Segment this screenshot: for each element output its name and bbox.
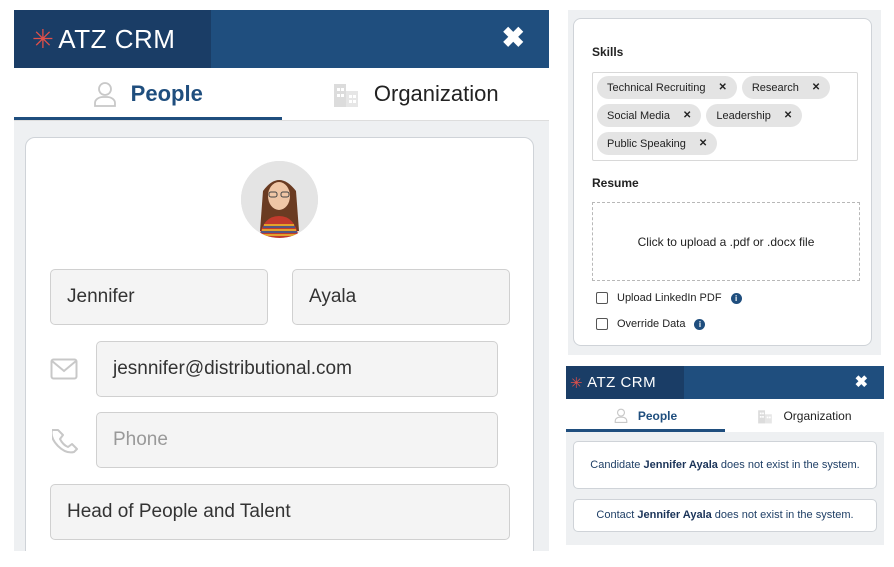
skill-label: Technical Recruiting — [607, 81, 706, 94]
info-icon[interactable]: i — [730, 292, 742, 304]
tab-organization[interactable]: Organization — [725, 399, 884, 432]
candidate-status-message: Candidate Jennifer Ayala does not exist … — [573, 441, 877, 489]
tab-people-label: People — [637, 408, 678, 423]
remove-skill-icon[interactable]: ✕ — [699, 138, 707, 149]
brand-name: ATZ CRM — [58, 23, 176, 54]
upload-text: Click to upload a .pdf or .docx file — [637, 234, 815, 249]
resume-upload-dropzone[interactable]: Click to upload a .pdf or .docx file — [592, 202, 860, 281]
skill-chip: Research ✕ — [741, 76, 831, 99]
tab-people-label: People — [130, 81, 203, 106]
person-card: Jennifer Ayala jesnnifer@distributional.… — [25, 137, 534, 551]
tab-organization-label: Organization — [373, 81, 499, 106]
header-bar: ✳ ATZ CRM ✖ — [566, 366, 884, 399]
avatar[interactable] — [241, 161, 318, 238]
tab-people[interactable]: People — [14, 68, 282, 120]
brand-logo: ✳ ATZ CRM — [14, 10, 211, 68]
crm-panel-main: ✳ ATZ CRM ✖ People Organization Jennifer… — [14, 10, 549, 551]
brand-name: ATZ CRM — [587, 374, 657, 391]
skill-label: Social Media — [607, 109, 670, 122]
override-data-option: Override Data i — [596, 318, 706, 330]
person-icon — [93, 81, 117, 107]
crm-panel-status: ✳ ATZ CRM ✖ People Organization Candidat… — [566, 366, 884, 545]
close-icon[interactable]: ✖ — [502, 21, 525, 54]
profile-card: Skills Technical Recruiting ✕ Research ✕ S… — [573, 18, 872, 346]
last-name-field[interactable]: Ayala — [292, 269, 510, 325]
upload-linkedin-pdf-option: Upload LinkedIn PDF i — [596, 292, 742, 304]
building-icon — [332, 80, 360, 108]
tab-bar: People Organization — [14, 68, 549, 121]
tab-bar: People Organization — [566, 399, 884, 432]
close-icon[interactable]: ✖ — [855, 372, 868, 392]
info-icon[interactable]: i — [694, 318, 706, 330]
header-bar: ✳ ATZ CRM ✖ — [14, 10, 549, 68]
mail-icon — [50, 358, 78, 380]
tab-organization[interactable]: Organization — [282, 68, 550, 120]
brand-logo: ✳ ATZ CRM — [566, 366, 684, 399]
tab-people[interactable]: People — [566, 399, 725, 432]
skill-label: Research — [751, 81, 799, 94]
override-data-label: Override Data — [617, 318, 686, 330]
email-field[interactable]: jesnnifer@distributional.com — [96, 341, 498, 397]
contact-status-message: Contact Jennifer Ayala does not exist in… — [573, 499, 877, 532]
skill-chip: Social Media ✕ — [597, 104, 702, 127]
skills-label: Skills — [592, 45, 624, 59]
resume-label: Resume — [592, 176, 639, 190]
person-icon — [614, 408, 628, 423]
tab-organization-label: Organization — [783, 408, 852, 423]
candidate-status-text: Candidate Jennifer Ayala does not exist … — [590, 458, 860, 471]
crm-panel-profile: Skills Technical Recruiting ✕ Research ✕ S… — [568, 10, 881, 355]
remove-skill-icon[interactable]: ✕ — [683, 110, 691, 121]
upload-linkedin-pdf-checkbox[interactable] — [596, 292, 608, 304]
brand-star-icon: ✳ — [32, 23, 55, 54]
remove-skill-icon[interactable]: ✕ — [718, 82, 726, 93]
phone-input[interactable]: Phone — [96, 412, 498, 468]
skills-input[interactable]: Technical Recruiting ✕ Research ✕ Social M… — [592, 72, 858, 161]
brand-star-icon: ✳ — [570, 374, 584, 392]
skill-chip: Technical Recruiting ✕ — [597, 76, 737, 99]
skill-label: Leadership — [716, 109, 771, 122]
job-title-field[interactable]: Head of People and Talent — [50, 484, 510, 540]
building-icon — [757, 408, 773, 424]
skill-chip: Public Speaking ✕ — [597, 132, 718, 155]
phone-icon — [52, 428, 78, 454]
remove-skill-icon[interactable]: ✕ — [784, 110, 792, 121]
upload-linkedin-pdf-label: Upload LinkedIn PDF — [617, 292, 722, 304]
skill-chip: Leadership ✕ — [706, 104, 803, 127]
skill-label: Public Speaking — [607, 137, 686, 150]
first-name-field[interactable]: Jennifer — [50, 269, 268, 325]
remove-skill-icon[interactable]: ✕ — [812, 82, 820, 93]
contact-status-text: Contact Jennifer Ayala does not exist in… — [596, 509, 854, 521]
override-data-checkbox[interactable] — [596, 318, 608, 330]
